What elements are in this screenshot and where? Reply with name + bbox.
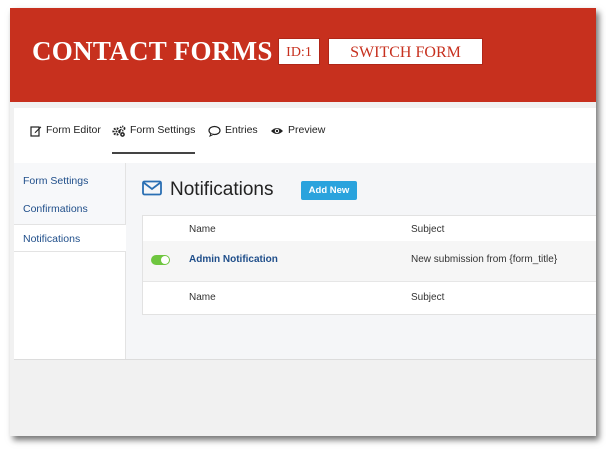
- tab-form-editor[interactable]: Form Editor: [30, 124, 101, 154]
- envelope-icon: [142, 180, 162, 201]
- notification-subject: New submission from {form_title}: [411, 254, 558, 265]
- switch-form-button[interactable]: SWITCH FORM: [328, 38, 483, 65]
- column-footer-subject[interactable]: Subject: [411, 292, 444, 303]
- eye-icon: [270, 124, 284, 140]
- sidebar-item-notifications[interactable]: Notifications: [14, 224, 127, 252]
- form-id-badge: ID:1: [278, 38, 320, 65]
- notification-name-link[interactable]: Admin Notification: [189, 254, 278, 265]
- notifications-table: Name Subject Admin Notification New subm…: [142, 215, 596, 315]
- tab-label: Preview: [288, 124, 326, 136]
- page-title: CONTACT FORMS: [32, 36, 273, 66]
- comment-icon: [208, 124, 221, 140]
- tab-entries[interactable]: Entries: [208, 124, 258, 154]
- column-header-name[interactable]: Name: [189, 224, 216, 235]
- table-row: Admin Notification New submission from {…: [143, 241, 596, 282]
- tab-label: Form Editor: [46, 124, 101, 136]
- add-new-button[interactable]: Add New: [301, 181, 357, 200]
- notification-active-toggle[interactable]: [151, 255, 170, 265]
- toggle-knob: [161, 256, 169, 264]
- notifications-panel: Notifications Add New Name Subject Admin…: [126, 163, 596, 359]
- header-banner: CONTACT FORMS ID:1 SWITCH FORM: [10, 8, 596, 102]
- sidebar-item-confirmations[interactable]: Confirmations: [14, 195, 125, 223]
- column-header-subject[interactable]: Subject: [411, 224, 444, 235]
- settings-content: Form Settings Confirmations Notification…: [14, 155, 596, 360]
- column-footer-name[interactable]: Name: [189, 292, 216, 303]
- edit-icon: [30, 124, 42, 140]
- tab-preview[interactable]: Preview: [270, 124, 325, 154]
- notifications-heading: Notifications: [142, 179, 274, 201]
- form-toolbar: Form Editor Form Settings Entries Previe…: [14, 108, 596, 156]
- tab-form-settings[interactable]: Form Settings: [112, 124, 196, 154]
- table-footer: Name Subject: [143, 282, 596, 314]
- gears-icon: [112, 124, 126, 140]
- section-title: Notifications: [170, 179, 274, 200]
- tab-label: Entries: [225, 124, 258, 136]
- sidebar-item-form-settings[interactable]: Form Settings: [14, 167, 125, 195]
- screenshot-frame: CONTACT FORMS ID:1 SWITCH FORM Form Edit…: [10, 8, 596, 436]
- tab-label: Form Settings: [130, 124, 196, 136]
- settings-sidebar: Form Settings Confirmations Notification…: [14, 163, 127, 359]
